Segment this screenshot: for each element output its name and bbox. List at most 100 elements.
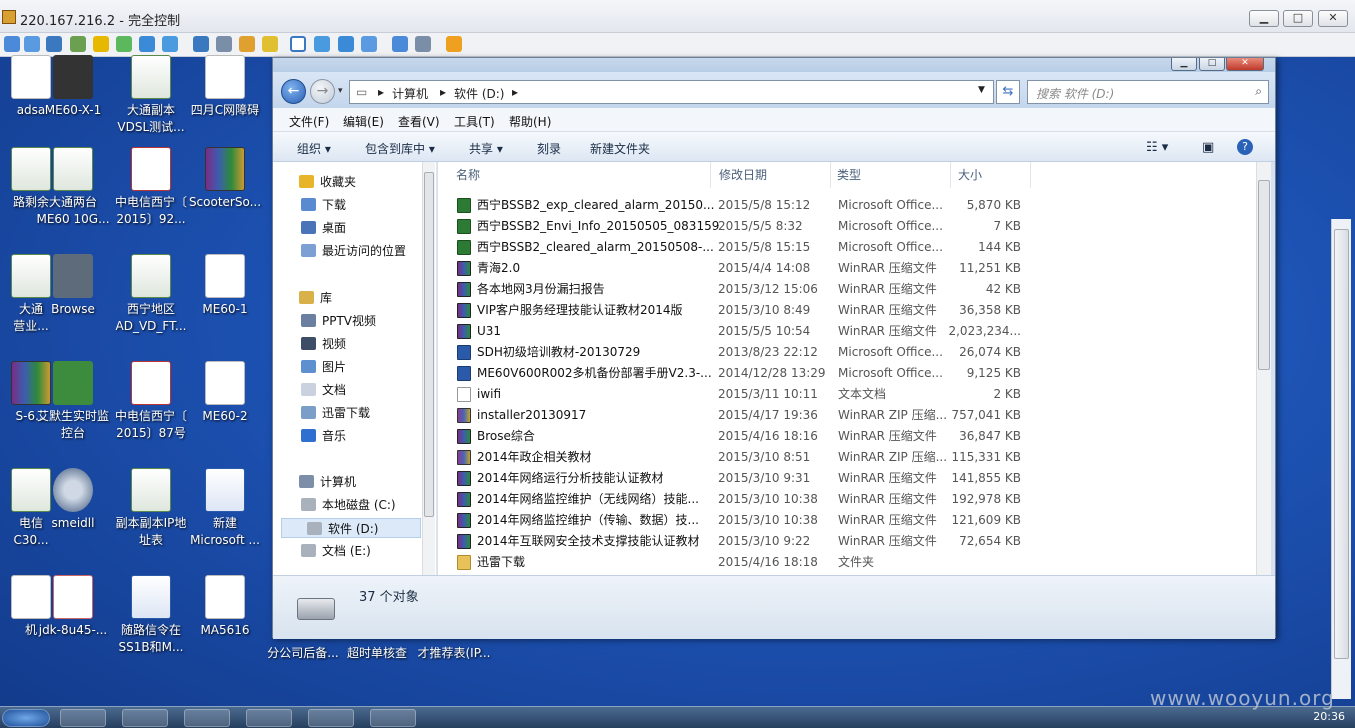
nav-item[interactable]: 库	[299, 288, 332, 308]
nav-item[interactable]: 最近访问的位置	[301, 241, 406, 261]
message-icon[interactable]	[162, 36, 178, 52]
terminal-icon[interactable]	[46, 36, 62, 52]
back-arrow-icon[interactable]: ←	[281, 79, 306, 104]
file-row[interactable]: 各本地网3月份漏扫报告 2015/3/12 15:06 WinRAR 压缩文件 42 …	[453, 279, 1033, 300]
screen-icon[interactable]	[4, 36, 20, 52]
nav-item[interactable]: 桌面	[301, 218, 346, 238]
file-row[interactable]: ME60V600R002多机备份部署手册V2.3-... 2014/12/28 1…	[453, 363, 1033, 384]
file-row[interactable]: iwifi 2015/3/11 10:11 文本文档 2 KB	[453, 384, 1033, 405]
nav-item[interactable]: 收藏夹	[299, 172, 356, 192]
desktop-icon[interactable]: ME60-1	[182, 254, 268, 318]
navpane-scroll-thumb[interactable]	[424, 172, 434, 517]
fullscreen-icon[interactable]	[290, 36, 306, 52]
navpane-scrollbar[interactable]	[422, 162, 435, 575]
monitor-icon[interactable]	[24, 36, 40, 52]
address-bar[interactable]: ▭ ▸ 计算机 ▸ 软件 (D:) ▸ ▼	[349, 80, 994, 104]
transfer-icon[interactable]	[70, 36, 86, 52]
capture-icon[interactable]	[392, 36, 408, 52]
file-row[interactable]: 2014年网络监控维护（无线网络）技能... 2015/3/10 10:38 Win…	[453, 489, 1033, 510]
forward-arrow-icon[interactable]: →	[310, 79, 335, 104]
taskbar-app-icon[interactable]	[60, 709, 106, 727]
nav-item[interactable]: 图片	[301, 357, 346, 377]
nav-item[interactable]: 文档	[301, 380, 346, 400]
file-row[interactable]: 2014年政企相关教材 2015/3/10 8:51 WinRAR ZIP 压缩..…	[453, 447, 1033, 468]
desktop-icon[interactable]: ME60-2	[182, 361, 268, 425]
desktop-icon[interactable]: jdk-8u45-...	[30, 575, 116, 639]
users-icon[interactable]	[216, 36, 232, 52]
nav-item[interactable]: PPTV视频	[301, 311, 376, 331]
taskbar-app-icon[interactable]	[122, 709, 168, 727]
breadcrumb-separator-icon[interactable]: ▸	[440, 85, 446, 99]
nav-item[interactable]: 计算机	[299, 472, 356, 492]
menu-view[interactable]: 查看(V)	[398, 113, 440, 130]
breadcrumb-separator-icon[interactable]: ▸	[378, 85, 384, 99]
desktop-icon[interactable]: smeidll	[30, 468, 116, 532]
power-icon[interactable]	[93, 36, 109, 52]
lock-icon[interactable]	[239, 36, 255, 52]
refresh-icon[interactable]: ⇆	[996, 80, 1020, 104]
menu-edit[interactable]: 编辑(E)	[343, 113, 384, 130]
scrollbar-thumb[interactable]	[1334, 229, 1349, 659]
preview-pane-icon[interactable]: ▣	[1202, 140, 1214, 155]
breadcrumb-computer[interactable]: 计算机	[392, 85, 428, 102]
taskbar-app-icon[interactable]	[308, 709, 354, 727]
file-row[interactable]: 青海2.0 2015/4/4 14:08 WinRAR 压缩文件 11,251 KB	[453, 258, 1033, 279]
column-type[interactable]: 类型	[831, 162, 951, 188]
desktop-icon[interactable]: MA5616	[182, 575, 268, 639]
menu-help[interactable]: 帮助(H)	[509, 113, 551, 130]
explorer-maximize-button[interactable]: □	[1199, 58, 1225, 71]
file-row[interactable]: 西宁BSSB2_exp_cleared_alarm_20150... 2015/5…	[453, 195, 1033, 216]
desktop-icon[interactable]: 四月C网障碍	[182, 55, 268, 119]
nav-item[interactable]: 文档 (E:)	[301, 541, 371, 561]
file-row[interactable]: installer20130917 2015/4/17 19:36 WinRAR Z…	[453, 405, 1033, 426]
file-row[interactable]: VIP客户服务经理技能认证教材2014版 2015/3/10 8:49 WinRAR…	[453, 300, 1033, 321]
burn-button[interactable]: 刻录	[537, 140, 561, 157]
nav-item[interactable]: 视频	[301, 334, 346, 354]
file-row[interactable]: SDH初级培训教材-20130729 2013/8/23 22:12 Microso…	[453, 342, 1033, 363]
taskbar-app-icon[interactable]	[246, 709, 292, 727]
settings-icon[interactable]	[415, 36, 431, 52]
unlock-icon[interactable]	[262, 36, 278, 52]
file-row[interactable]: 迅雷下载 2015/4/16 18:18 文件夹	[453, 552, 1033, 573]
file-row[interactable]: 2014年网络运行分析技能认证教材 2015/3/10 9:31 WinRAR 压缩…	[453, 468, 1033, 489]
start-button[interactable]	[2, 709, 50, 727]
file-row[interactable]: Brose综合 2015/4/16 18:16 WinRAR 压缩文件 36,847 …	[453, 426, 1033, 447]
phone-icon[interactable]	[139, 36, 155, 52]
file-row[interactable]: U31 2015/5/5 10:54 WinRAR 压缩文件 2,023,234...	[453, 321, 1033, 342]
search-icon[interactable]: ⌕	[1255, 84, 1262, 99]
desktop-icon[interactable]: 大通两台 ME60 10G...	[30, 147, 116, 228]
organize-button[interactable]: 组织 ▾	[297, 140, 331, 157]
desktop-icon[interactable]: Browse	[30, 254, 116, 318]
include-in-library-button[interactable]: 包含到库中 ▾	[365, 140, 435, 157]
explorer-minimize-button[interactable]: ▁	[1171, 58, 1197, 71]
chat-icon[interactable]	[116, 36, 132, 52]
help-icon[interactable]: ?	[1237, 139, 1253, 155]
scale-icon[interactable]	[361, 36, 377, 52]
disconnect-icon[interactable]	[446, 36, 462, 52]
fit-icon[interactable]	[314, 36, 330, 52]
nav-item[interactable]: 音乐	[301, 426, 346, 446]
maximize-button[interactable]: □	[1283, 10, 1313, 27]
view-options-icon[interactable]: ☷ ▾	[1146, 140, 1168, 155]
minimize-button[interactable]: ▁	[1249, 10, 1279, 27]
desktop-icon[interactable]: 新建 Microsoft ...	[182, 468, 268, 549]
window-icon[interactable]	[338, 36, 354, 52]
column-date[interactable]: 修改日期	[711, 162, 831, 188]
share-button[interactable]: 共享 ▾	[469, 140, 503, 157]
taskbar-app-icon[interactable]	[184, 709, 230, 727]
nav-item[interactable]: 迅雷下载	[301, 403, 370, 423]
close-button[interactable]: ✕	[1318, 10, 1348, 27]
breadcrumb-separator-icon[interactable]: ▸	[512, 85, 518, 99]
file-list-scroll-thumb[interactable]	[1258, 180, 1270, 370]
column-name[interactable]: 名称	[456, 162, 711, 188]
file-row[interactable]: 2014年网络监控维护（传输、数据）技... 2015/3/10 10:38 Win…	[453, 510, 1033, 531]
explorer-close-button[interactable]: ✕	[1226, 58, 1264, 71]
menu-tools[interactable]: 工具(T)	[454, 113, 495, 130]
desktop-icon[interactable]: ME60-X-1	[30, 55, 116, 119]
desktop-icon[interactable]: 艾默生实时监 控台	[30, 361, 116, 442]
nav-item[interactable]: 软件 (D:)	[281, 518, 421, 538]
history-dropdown-icon[interactable]: ▾	[338, 86, 343, 96]
upload-icon[interactable]	[193, 36, 209, 52]
file-row[interactable]: 西宁BSSB2_Envi_Info_20150505_083159 2015/5/…	[453, 216, 1033, 237]
remote-vertical-scrollbar[interactable]	[1331, 219, 1351, 699]
